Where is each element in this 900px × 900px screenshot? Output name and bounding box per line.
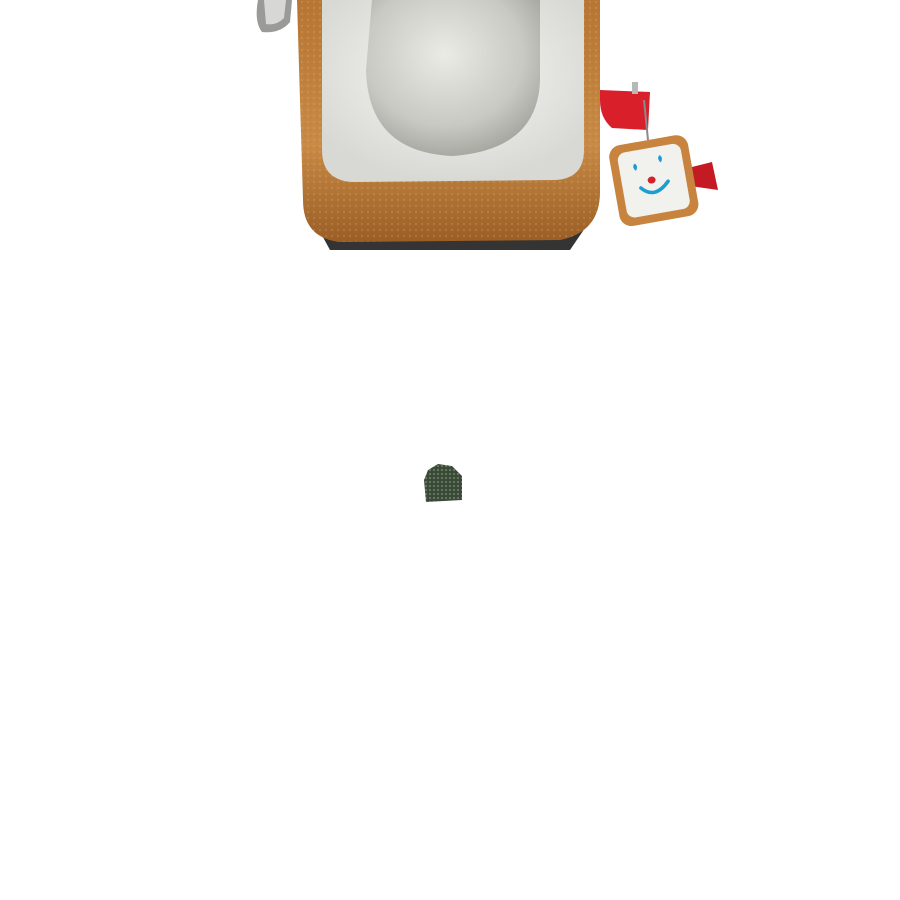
ribbon-ring xyxy=(632,82,638,94)
dark-mesh-object xyxy=(424,464,462,502)
toast-tag xyxy=(609,135,699,227)
red-ribbon-upper xyxy=(600,90,650,130)
scene-canvas xyxy=(256,0,718,502)
bread-character-scene xyxy=(0,0,900,900)
bread-hollow xyxy=(366,0,540,156)
